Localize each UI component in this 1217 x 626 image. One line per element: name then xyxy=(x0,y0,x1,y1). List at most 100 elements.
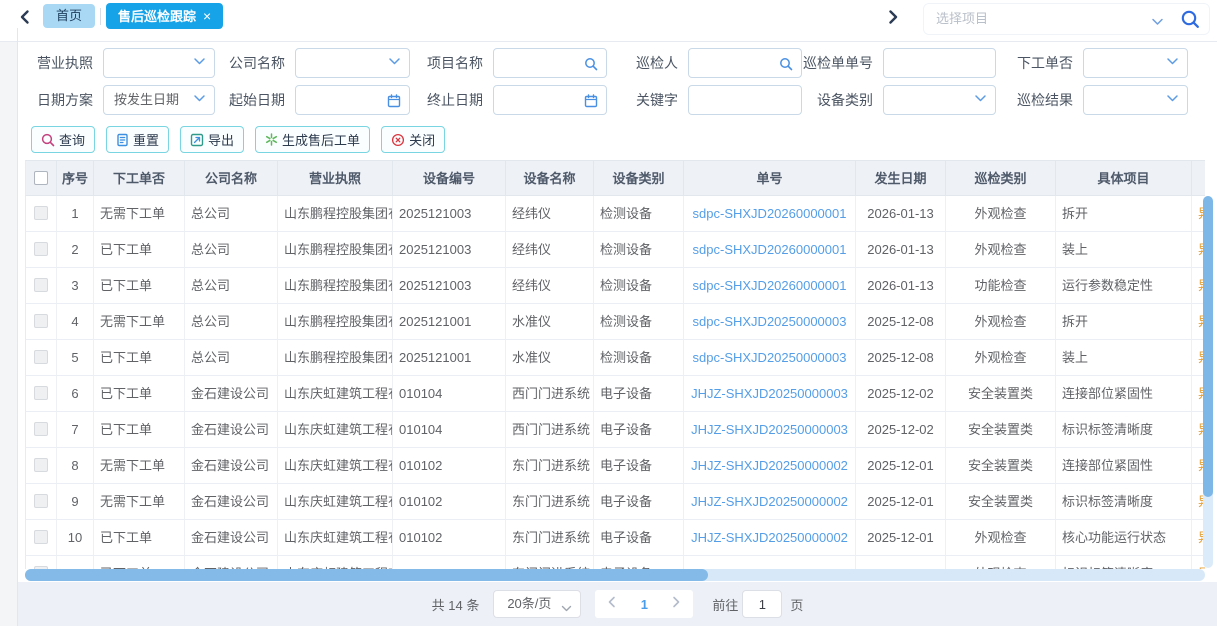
chevron-down-icon xyxy=(388,57,401,67)
filter-row-1: 营业执照公司名称项目名称巡检人巡检单单号下工单否 xyxy=(23,48,1188,78)
filter-group-date-scheme: 日期方案按发生日期 xyxy=(23,85,215,115)
row-checkbox[interactable] xyxy=(34,494,48,508)
business-license-select[interactable] xyxy=(103,48,215,78)
button-label: 重置 xyxy=(133,130,159,149)
reset-button[interactable]: 重置 xyxy=(106,126,169,153)
cell-order_no[interactable]: JHJZ-SHXJD20250000002 xyxy=(684,556,856,569)
project-name-input[interactable] xyxy=(493,48,607,78)
row-checkbox[interactable] xyxy=(34,278,48,292)
row-checkbox[interactable] xyxy=(34,350,48,364)
cell-order_no[interactable]: JHJZ-SHXJD20250000003 xyxy=(684,376,856,412)
page-size-select[interactable]: 20条/页 xyxy=(493,590,581,618)
cell-date: 2025-12-01 xyxy=(856,484,946,520)
cell-work_order: 已下工单 xyxy=(94,520,185,556)
table-row: 2已下工单总公司山东鹏程控股集团有限公司2025121003经纬仪检测设备sdp… xyxy=(25,232,1205,268)
cell-item: 标识标签清晰度 xyxy=(1056,484,1192,520)
cell-order_no[interactable]: sdpc-SHXJD20250000003 xyxy=(684,304,856,340)
company-name-select[interactable] xyxy=(295,48,410,78)
cell-license: 山东鹏程控股集团有限公司 xyxy=(278,232,393,268)
row-checkbox[interactable] xyxy=(34,206,48,220)
cell-device_name: 经纬仪 xyxy=(506,268,594,304)
tab-divider xyxy=(100,8,101,25)
cell-order_no[interactable]: JHJZ-SHXJD20250000002 xyxy=(684,520,856,556)
col-header-company: 公司名称 xyxy=(185,160,278,196)
calendar-icon[interactable] xyxy=(584,94,598,108)
cell-order_no[interactable]: JHJZ-SHXJD20250000002 xyxy=(684,448,856,484)
row-checkbox[interactable] xyxy=(34,386,48,400)
row-checkbox[interactable] xyxy=(34,530,48,544)
cell-date: 2026-01-13 xyxy=(856,268,946,304)
cell-work_order: 已下工单 xyxy=(94,376,185,412)
cell-order_no[interactable]: sdpc-SHXJD20260000001 xyxy=(684,196,856,232)
horizontal-scrollbar-thumb[interactable] xyxy=(25,569,708,581)
prev-page-icon[interactable] xyxy=(607,595,616,613)
keyword-input[interactable] xyxy=(688,85,802,115)
search-icon[interactable] xyxy=(584,57,598,71)
project-search-icon[interactable] xyxy=(1179,8,1202,36)
cell-order_no[interactable]: JHJZ-SHXJD20250000003 xyxy=(684,412,856,448)
cell-order_no[interactable]: JHJZ-SHXJD20250000002 xyxy=(684,484,856,520)
tabs-scroll-right-icon[interactable] xyxy=(886,9,900,25)
toolbar: 查询 重置 导出 生成售后工单 关闭 xyxy=(31,126,445,153)
cell-device_type: 检测设备 xyxy=(594,268,684,304)
filter-label-inspection-order-no: 巡检单单号 xyxy=(802,53,883,73)
inspection-order-no-input[interactable] xyxy=(883,48,996,78)
cell-date: 2025-12-01 xyxy=(856,520,946,556)
cell-date: 2025-12-02 xyxy=(856,376,946,412)
tab-home[interactable]: 首页 xyxy=(43,4,95,28)
next-page-icon[interactable] xyxy=(672,595,681,613)
table-row: 6已下工单金石建设公司山东庆虹建筑工程有限公司010104西门门进系统电子设备J… xyxy=(25,376,1205,412)
row-checkbox[interactable] xyxy=(34,422,48,436)
vertical-scrollbar[interactable] xyxy=(1203,196,1213,568)
current-page[interactable]: 1 xyxy=(641,597,648,612)
cell-license: 山东庆虹建筑工程有限公司 xyxy=(278,448,393,484)
query-button[interactable]: 查询 xyxy=(31,126,95,153)
select-all-checkbox[interactable] xyxy=(34,171,48,185)
inspector-input[interactable] xyxy=(688,48,802,78)
row-checkbox[interactable] xyxy=(34,458,48,472)
cell-device_name: 水准仪 xyxy=(506,340,594,376)
filter-label-end-date: 终止日期 xyxy=(410,90,493,110)
goto-page-input[interactable] xyxy=(742,590,782,618)
checkbox-cell xyxy=(25,160,57,196)
chevron-down-icon xyxy=(193,94,206,104)
cell-device_name: 东门门进系统 xyxy=(506,484,594,520)
cell-date: 2026-01-13 xyxy=(856,232,946,268)
work-order-flag-select[interactable] xyxy=(1083,48,1188,78)
date-scheme-select[interactable]: 按发生日期 xyxy=(103,85,215,115)
close-button[interactable]: 关闭 xyxy=(381,126,445,153)
cell-license: 山东庆虹建筑工程有限公司 xyxy=(278,556,393,569)
tab-close-icon[interactable]: × xyxy=(203,8,211,24)
cell-order_no[interactable]: sdpc-SHXJD20250000003 xyxy=(684,340,856,376)
button-label: 生成售后工单 xyxy=(282,130,360,149)
generate-work-order-button[interactable]: 生成售后工单 xyxy=(255,126,370,153)
cell-company: 总公司 xyxy=(185,268,278,304)
row-checkbox[interactable] xyxy=(34,242,48,256)
calendar-icon[interactable] xyxy=(387,94,401,108)
pagination: 共 14 条 20条/页 1 前往 页 xyxy=(18,590,1217,618)
cell-order_no[interactable]: sdpc-SHXJD20260000001 xyxy=(684,232,856,268)
cell-device_name: 东门门进系统 xyxy=(506,556,594,569)
cell-order_no[interactable]: sdpc-SHXJD20260000001 xyxy=(684,268,856,304)
device-type-select[interactable] xyxy=(883,85,996,115)
cell-device_name: 东门门进系统 xyxy=(506,520,594,556)
filter-row-2: 日期方案按发生日期起始日期终止日期关键字设备类别巡检结果 xyxy=(23,85,1188,115)
tabs-scroll-left-icon[interactable] xyxy=(18,9,32,25)
cell-device_name: 东门门进系统 xyxy=(506,448,594,484)
cell-device_no: 010102 xyxy=(393,520,506,556)
inspection-result-select[interactable] xyxy=(1083,85,1188,115)
end-date-input[interactable] xyxy=(493,85,607,115)
vertical-scrollbar-thumb[interactable] xyxy=(1203,196,1213,497)
row-checkbox[interactable] xyxy=(34,314,48,328)
project-select[interactable]: 选择项目 xyxy=(923,3,1210,35)
filter-label-start-date: 起始日期 xyxy=(215,90,295,110)
tab-after-sales-inspection-tracking[interactable]: 售后巡检跟踪× xyxy=(106,3,223,29)
export-button[interactable]: 导出 xyxy=(180,126,244,153)
start-date-input[interactable] xyxy=(295,85,410,115)
search-icon[interactable] xyxy=(779,57,793,71)
horizontal-scrollbar[interactable] xyxy=(25,569,1205,581)
checkbox-cell xyxy=(25,304,57,340)
cell-seq: 4 xyxy=(57,304,94,340)
cell-item: 连接部位紧固性 xyxy=(1056,448,1192,484)
cell-device_type: 检测设备 xyxy=(594,304,684,340)
